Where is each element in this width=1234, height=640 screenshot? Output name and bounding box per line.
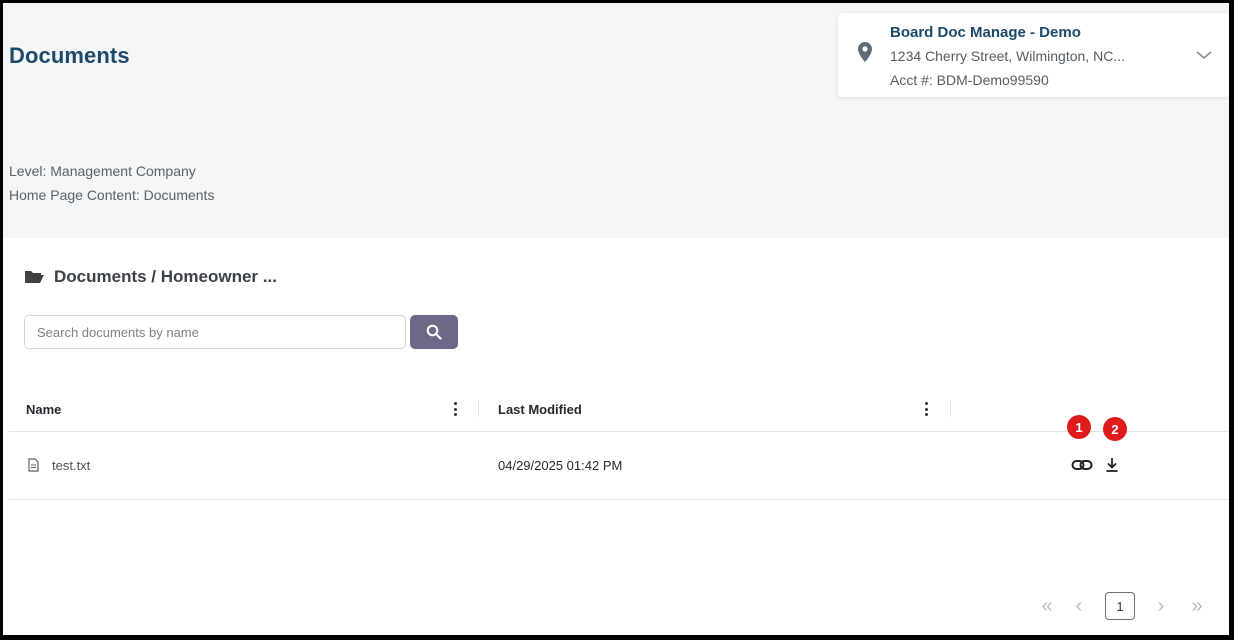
annotation-badge-2: 2 bbox=[1103, 417, 1127, 441]
search-button[interactable] bbox=[410, 315, 458, 349]
table-row[interactable]: test.txt 04/29/2025 01:42 PM bbox=[9, 432, 1229, 500]
last-page-button[interactable]: » bbox=[1183, 591, 1211, 621]
link-icon[interactable] bbox=[1071, 457, 1093, 473]
breadcrumb[interactable]: Documents / Homeowner ... bbox=[24, 267, 277, 287]
account-selector[interactable]: Board Doc Manage - Demo 1234 Cherry Stre… bbox=[838, 13, 1229, 97]
pagination: « ‹ 1 › » bbox=[1033, 591, 1213, 621]
level-text: Level: Management Company bbox=[9, 163, 196, 179]
folder-open-icon bbox=[25, 271, 44, 283]
page-header: Documents Board Doc Manage - Demo 1234 C… bbox=[3, 3, 1229, 238]
first-page-button[interactable]: « bbox=[1033, 591, 1061, 621]
column-divider[interactable] bbox=[478, 401, 479, 417]
account-address: 1234 Cherry Street, Wilmington, NC... bbox=[890, 48, 1125, 64]
breadcrumb-text: Documents / Homeowner ... bbox=[54, 267, 277, 286]
column-menu-icon[interactable] bbox=[450, 400, 460, 418]
column-header-last-modified[interactable]: Last Modified bbox=[498, 402, 582, 417]
account-name: Board Doc Manage - Demo bbox=[890, 24, 1081, 41]
previous-page-button[interactable]: ‹ bbox=[1069, 591, 1089, 621]
column-divider[interactable] bbox=[950, 401, 951, 417]
map-pin-icon bbox=[858, 42, 872, 62]
column-header-name[interactable]: Name bbox=[26, 402, 61, 417]
chevron-down-icon[interactable] bbox=[1195, 49, 1213, 61]
file-name-link[interactable]: test.txt bbox=[52, 458, 90, 473]
file-text-icon bbox=[28, 458, 39, 472]
home-page-content-text: Home Page Content: Documents bbox=[9, 187, 215, 203]
last-modified-cell: 04/29/2025 01:42 PM bbox=[498, 458, 623, 473]
column-menu-icon[interactable] bbox=[921, 400, 931, 418]
next-page-button[interactable]: › bbox=[1151, 591, 1171, 621]
search-input[interactable] bbox=[24, 315, 406, 349]
page-title: Documents bbox=[9, 43, 130, 68]
download-icon[interactable] bbox=[1105, 457, 1119, 473]
account-number: Acct #: BDM-Demo99590 bbox=[890, 72, 1049, 88]
current-page-button[interactable]: 1 bbox=[1105, 592, 1135, 620]
annotation-badge-1: 1 bbox=[1067, 415, 1091, 439]
search-icon bbox=[426, 324, 442, 340]
table-header: Name Last Modified bbox=[9, 391, 1229, 432]
app-frame: Documents Board Doc Manage - Demo 1234 C… bbox=[3, 3, 1229, 635]
